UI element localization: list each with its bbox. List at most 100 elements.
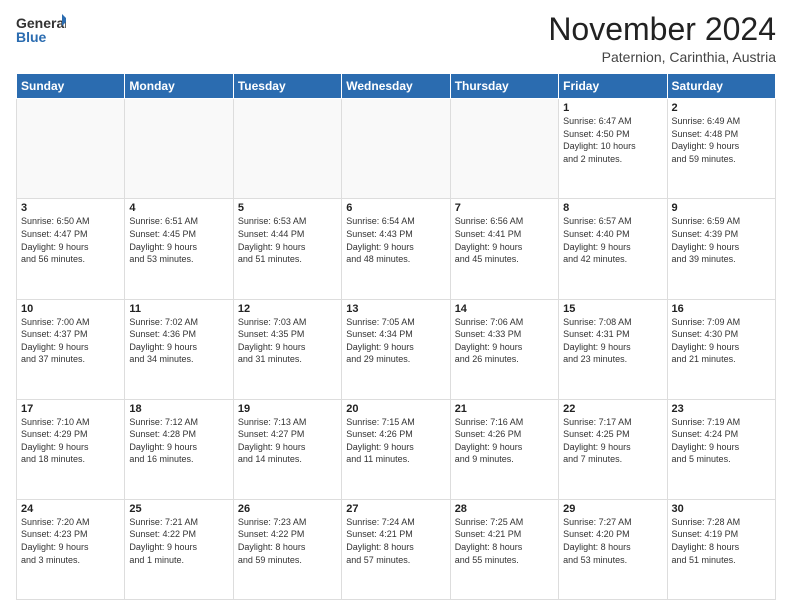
day-number: 30 [672, 503, 771, 515]
day-info: Sunrise: 6:53 AM Sunset: 4:44 PM Dayligh… [238, 215, 337, 265]
table-row: 29Sunrise: 7:27 AM Sunset: 4:20 PM Dayli… [559, 499, 667, 599]
day-number: 15 [563, 303, 662, 315]
table-row [342, 99, 450, 199]
day-number: 11 [129, 303, 228, 315]
day-info: Sunrise: 7:05 AM Sunset: 4:34 PM Dayligh… [346, 316, 445, 366]
day-info: Sunrise: 7:13 AM Sunset: 4:27 PM Dayligh… [238, 416, 337, 466]
table-row: 8Sunrise: 6:57 AM Sunset: 4:40 PM Daylig… [559, 199, 667, 299]
day-info: Sunrise: 7:10 AM Sunset: 4:29 PM Dayligh… [21, 416, 120, 466]
table-row: 21Sunrise: 7:16 AM Sunset: 4:26 PM Dayli… [450, 399, 558, 499]
month-title: November 2024 [548, 12, 776, 47]
day-info: Sunrise: 6:50 AM Sunset: 4:47 PM Dayligh… [21, 215, 120, 265]
day-number: 29 [563, 503, 662, 515]
day-info: Sunrise: 6:59 AM Sunset: 4:39 PM Dayligh… [672, 215, 771, 265]
day-number: 28 [455, 503, 554, 515]
logo-svg: General Blue [16, 12, 66, 48]
day-info: Sunrise: 7:28 AM Sunset: 4:19 PM Dayligh… [672, 516, 771, 566]
table-row: 23Sunrise: 7:19 AM Sunset: 4:24 PM Dayli… [667, 399, 775, 499]
day-number: 5 [238, 202, 337, 214]
table-row: 13Sunrise: 7:05 AM Sunset: 4:34 PM Dayli… [342, 299, 450, 399]
day-number: 20 [346, 403, 445, 415]
table-row: 16Sunrise: 7:09 AM Sunset: 4:30 PM Dayli… [667, 299, 775, 399]
day-info: Sunrise: 6:54 AM Sunset: 4:43 PM Dayligh… [346, 215, 445, 265]
calendar-week-row: 17Sunrise: 7:10 AM Sunset: 4:29 PM Dayli… [17, 399, 776, 499]
table-row: 19Sunrise: 7:13 AM Sunset: 4:27 PM Dayli… [233, 399, 341, 499]
day-info: Sunrise: 7:02 AM Sunset: 4:36 PM Dayligh… [129, 316, 228, 366]
table-row: 11Sunrise: 7:02 AM Sunset: 4:36 PM Dayli… [125, 299, 233, 399]
day-number: 18 [129, 403, 228, 415]
day-number: 7 [455, 202, 554, 214]
day-number: 8 [563, 202, 662, 214]
svg-text:Blue: Blue [16, 29, 47, 45]
table-row [125, 99, 233, 199]
table-row: 4Sunrise: 6:51 AM Sunset: 4:45 PM Daylig… [125, 199, 233, 299]
day-info: Sunrise: 6:57 AM Sunset: 4:40 PM Dayligh… [563, 215, 662, 265]
table-row [17, 99, 125, 199]
col-monday: Monday [125, 74, 233, 99]
title-block: November 2024 Paternion, Carinthia, Aust… [548, 12, 776, 65]
page: General Blue November 2024 Paternion, Ca… [0, 0, 792, 612]
header: General Blue November 2024 Paternion, Ca… [16, 12, 776, 65]
table-row: 28Sunrise: 7:25 AM Sunset: 4:21 PM Dayli… [450, 499, 558, 599]
table-row: 6Sunrise: 6:54 AM Sunset: 4:43 PM Daylig… [342, 199, 450, 299]
day-number: 6 [346, 202, 445, 214]
day-number: 2 [672, 102, 771, 114]
day-info: Sunrise: 7:15 AM Sunset: 4:26 PM Dayligh… [346, 416, 445, 466]
day-number: 12 [238, 303, 337, 315]
day-info: Sunrise: 7:12 AM Sunset: 4:28 PM Dayligh… [129, 416, 228, 466]
day-info: Sunrise: 7:17 AM Sunset: 4:25 PM Dayligh… [563, 416, 662, 466]
table-row: 14Sunrise: 7:06 AM Sunset: 4:33 PM Dayli… [450, 299, 558, 399]
day-number: 27 [346, 503, 445, 515]
day-number: 3 [21, 202, 120, 214]
day-info: Sunrise: 6:56 AM Sunset: 4:41 PM Dayligh… [455, 215, 554, 265]
table-row: 26Sunrise: 7:23 AM Sunset: 4:22 PM Dayli… [233, 499, 341, 599]
day-info: Sunrise: 6:47 AM Sunset: 4:50 PM Dayligh… [563, 115, 662, 165]
table-row: 9Sunrise: 6:59 AM Sunset: 4:39 PM Daylig… [667, 199, 775, 299]
calendar-week-row: 24Sunrise: 7:20 AM Sunset: 4:23 PM Dayli… [17, 499, 776, 599]
calendar-week-row: 3Sunrise: 6:50 AM Sunset: 4:47 PM Daylig… [17, 199, 776, 299]
calendar-week-row: 10Sunrise: 7:00 AM Sunset: 4:37 PM Dayli… [17, 299, 776, 399]
day-info: Sunrise: 7:23 AM Sunset: 4:22 PM Dayligh… [238, 516, 337, 566]
table-row: 30Sunrise: 7:28 AM Sunset: 4:19 PM Dayli… [667, 499, 775, 599]
table-row [233, 99, 341, 199]
day-number: 9 [672, 202, 771, 214]
table-row: 5Sunrise: 6:53 AM Sunset: 4:44 PM Daylig… [233, 199, 341, 299]
table-row: 20Sunrise: 7:15 AM Sunset: 4:26 PM Dayli… [342, 399, 450, 499]
table-row: 12Sunrise: 7:03 AM Sunset: 4:35 PM Dayli… [233, 299, 341, 399]
day-info: Sunrise: 7:24 AM Sunset: 4:21 PM Dayligh… [346, 516, 445, 566]
calendar-header-row: Sunday Monday Tuesday Wednesday Thursday… [17, 74, 776, 99]
day-info: Sunrise: 7:00 AM Sunset: 4:37 PM Dayligh… [21, 316, 120, 366]
day-number: 10 [21, 303, 120, 315]
col-tuesday: Tuesday [233, 74, 341, 99]
logo: General Blue [16, 12, 66, 48]
col-thursday: Thursday [450, 74, 558, 99]
day-number: 24 [21, 503, 120, 515]
table-row: 1Sunrise: 6:47 AM Sunset: 4:50 PM Daylig… [559, 99, 667, 199]
day-number: 26 [238, 503, 337, 515]
table-row [450, 99, 558, 199]
table-row: 15Sunrise: 7:08 AM Sunset: 4:31 PM Dayli… [559, 299, 667, 399]
day-info: Sunrise: 7:16 AM Sunset: 4:26 PM Dayligh… [455, 416, 554, 466]
day-number: 4 [129, 202, 228, 214]
day-info: Sunrise: 7:20 AM Sunset: 4:23 PM Dayligh… [21, 516, 120, 566]
day-number: 21 [455, 403, 554, 415]
day-number: 1 [563, 102, 662, 114]
col-saturday: Saturday [667, 74, 775, 99]
day-info: Sunrise: 7:19 AM Sunset: 4:24 PM Dayligh… [672, 416, 771, 466]
calendar-week-row: 1Sunrise: 6:47 AM Sunset: 4:50 PM Daylig… [17, 99, 776, 199]
col-wednesday: Wednesday [342, 74, 450, 99]
day-number: 19 [238, 403, 337, 415]
day-number: 13 [346, 303, 445, 315]
table-row: 27Sunrise: 7:24 AM Sunset: 4:21 PM Dayli… [342, 499, 450, 599]
day-info: Sunrise: 7:03 AM Sunset: 4:35 PM Dayligh… [238, 316, 337, 366]
table-row: 22Sunrise: 7:17 AM Sunset: 4:25 PM Dayli… [559, 399, 667, 499]
col-friday: Friday [559, 74, 667, 99]
table-row: 25Sunrise: 7:21 AM Sunset: 4:22 PM Dayli… [125, 499, 233, 599]
day-info: Sunrise: 6:49 AM Sunset: 4:48 PM Dayligh… [672, 115, 771, 165]
day-info: Sunrise: 7:27 AM Sunset: 4:20 PM Dayligh… [563, 516, 662, 566]
day-info: Sunrise: 7:09 AM Sunset: 4:30 PM Dayligh… [672, 316, 771, 366]
calendar: Sunday Monday Tuesday Wednesday Thursday… [16, 73, 776, 600]
col-sunday: Sunday [17, 74, 125, 99]
day-number: 22 [563, 403, 662, 415]
table-row: 24Sunrise: 7:20 AM Sunset: 4:23 PM Dayli… [17, 499, 125, 599]
